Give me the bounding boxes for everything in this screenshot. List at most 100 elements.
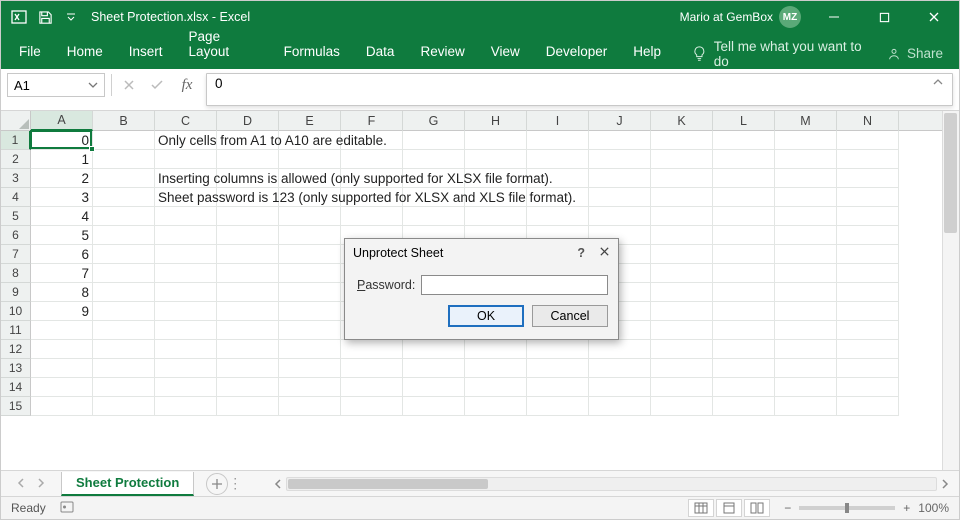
cell-K4[interactable] <box>651 188 713 207</box>
cell-F12[interactable] <box>341 340 403 359</box>
cell-D11[interactable] <box>217 321 279 340</box>
cell-C15[interactable] <box>155 397 217 416</box>
cell-M2[interactable] <box>775 150 837 169</box>
dialog-titlebar[interactable]: Unprotect Sheet ? <box>345 239 618 267</box>
zoom-slider[interactable] <box>799 506 895 510</box>
cell-G14[interactable] <box>403 378 465 397</box>
cell-M8[interactable] <box>775 264 837 283</box>
col-header-E[interactable]: E <box>279 111 341 131</box>
col-header-K[interactable]: K <box>651 111 713 131</box>
tab-data[interactable]: Data <box>364 38 397 69</box>
cell-F14[interactable] <box>341 378 403 397</box>
tab-home[interactable]: Home <box>65 38 105 69</box>
cell-D5[interactable] <box>217 207 279 226</box>
cell-K2[interactable] <box>651 150 713 169</box>
cell-L8[interactable] <box>713 264 775 283</box>
cell-M7[interactable] <box>775 245 837 264</box>
cell-N12[interactable] <box>837 340 899 359</box>
cell-M10[interactable] <box>775 302 837 321</box>
cell-B1[interactable] <box>93 131 155 150</box>
cell-L5[interactable] <box>713 207 775 226</box>
cell-L14[interactable] <box>713 378 775 397</box>
zoom-in-button[interactable]: + <box>903 501 910 515</box>
row-header-8[interactable]: 8 <box>1 264 31 283</box>
hscroll-thumb[interactable] <box>288 479 488 489</box>
cell-M5[interactable] <box>775 207 837 226</box>
cell-M11[interactable] <box>775 321 837 340</box>
cell-H12[interactable] <box>465 340 527 359</box>
cell-J15[interactable] <box>589 397 651 416</box>
cell-B7[interactable] <box>93 245 155 264</box>
cell-C2[interactable] <box>155 150 217 169</box>
cell-G5[interactable] <box>403 207 465 226</box>
cell-M6[interactable] <box>775 226 837 245</box>
enter-formula-button[interactable] <box>146 74 168 96</box>
fill-handle[interactable] <box>89 146 95 152</box>
cell-N3[interactable] <box>837 169 899 188</box>
cell-D14[interactable] <box>217 378 279 397</box>
cell-L13[interactable] <box>713 359 775 378</box>
vertical-scroll-thumb[interactable] <box>944 113 957 233</box>
cell-M15[interactable] <box>775 397 837 416</box>
row-header-3[interactable]: 3 <box>1 169 31 188</box>
cell-N13[interactable] <box>837 359 899 378</box>
cell-L15[interactable] <box>713 397 775 416</box>
cell-C8[interactable] <box>155 264 217 283</box>
insert-function-button[interactable]: fx <box>174 74 200 96</box>
row-header-9[interactable]: 9 <box>1 283 31 302</box>
cell-N10[interactable] <box>837 302 899 321</box>
cell-C1[interactable]: Only cells from A1 to A10 are editable. <box>155 131 217 150</box>
cell-E8[interactable] <box>279 264 341 283</box>
ok-button[interactable]: OK <box>448 305 524 327</box>
row-header-6[interactable]: 6 <box>1 226 31 245</box>
cell-A14[interactable] <box>31 378 93 397</box>
cell-C12[interactable] <box>155 340 217 359</box>
cell-N2[interactable] <box>837 150 899 169</box>
col-header-G[interactable]: G <box>403 111 465 131</box>
cell-K1[interactable] <box>651 131 713 150</box>
cell-L12[interactable] <box>713 340 775 359</box>
row-header-4[interactable]: 4 <box>1 188 31 207</box>
tab-file[interactable]: File <box>17 38 43 69</box>
cell-M4[interactable] <box>775 188 837 207</box>
cell-L7[interactable] <box>713 245 775 264</box>
cell-K9[interactable] <box>651 283 713 302</box>
cell-N11[interactable] <box>837 321 899 340</box>
cell-A10[interactable]: 9 <box>31 302 93 321</box>
tab-developer[interactable]: Developer <box>544 38 610 69</box>
row-header-1[interactable]: 1 <box>1 131 31 150</box>
row-header-7[interactable]: 7 <box>1 245 31 264</box>
cell-A2[interactable]: 1 <box>31 150 93 169</box>
cell-D12[interactable] <box>217 340 279 359</box>
cell-E5[interactable] <box>279 207 341 226</box>
cell-J12[interactable] <box>589 340 651 359</box>
cell-I15[interactable] <box>527 397 589 416</box>
add-sheet-button[interactable] <box>206 473 228 495</box>
cell-G2[interactable] <box>403 150 465 169</box>
cell-K3[interactable] <box>651 169 713 188</box>
cell-A13[interactable] <box>31 359 93 378</box>
cell-J1[interactable] <box>589 131 651 150</box>
row-header-13[interactable]: 13 <box>1 359 31 378</box>
cell-E14[interactable] <box>279 378 341 397</box>
cell-H15[interactable] <box>465 397 527 416</box>
cell-G15[interactable] <box>403 397 465 416</box>
cell-B5[interactable] <box>93 207 155 226</box>
col-header-M[interactable]: M <box>775 111 837 131</box>
zoom-out-button[interactable]: − <box>784 501 791 515</box>
close-button[interactable] <box>911 1 957 33</box>
cell-E10[interactable] <box>279 302 341 321</box>
hscroll-right[interactable] <box>937 477 953 491</box>
cell-M9[interactable] <box>775 283 837 302</box>
cell-D2[interactable] <box>217 150 279 169</box>
sheet-tab-active[interactable]: Sheet Protection <box>61 472 194 496</box>
grid[interactable]: ABCDEFGHIJKLMN 10Only cells from A1 to A… <box>1 111 959 470</box>
cell-E7[interactable] <box>279 245 341 264</box>
vertical-scrollbar[interactable] <box>942 111 959 470</box>
row-header-5[interactable]: 5 <box>1 207 31 226</box>
col-header-A[interactable]: A <box>31 111 93 131</box>
cell-K14[interactable] <box>651 378 713 397</box>
account-button[interactable]: Mario at GemBox MZ <box>674 6 807 28</box>
cell-D9[interactable] <box>217 283 279 302</box>
cell-C6[interactable] <box>155 226 217 245</box>
